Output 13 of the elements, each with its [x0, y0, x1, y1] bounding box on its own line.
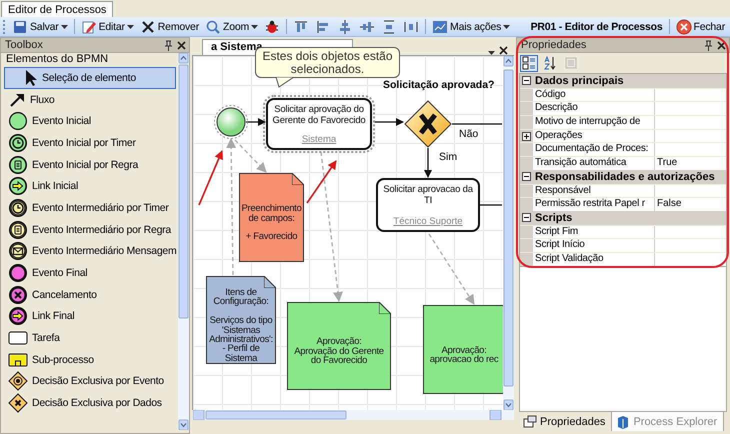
- editor-title: PR01 - Editor de Processos: [530, 20, 664, 32]
- note-text: Aprovação: aprovacao do rec: [430, 346, 498, 364]
- category-label: Elementos do BPMN: [5, 53, 110, 67]
- flow-label: Sim: [439, 151, 458, 163]
- task-text: Solicitar aprovação do Gerente do Favorecido: [272, 104, 366, 128]
- note-text: Preenchimento de campos: + Favorecido: [241, 204, 302, 242]
- gateway-label: Solicitação aprovada?: [383, 79, 494, 91]
- flow-label: Não: [459, 128, 478, 140]
- panel-title: Propriedades: [521, 39, 588, 51]
- task-text: Solicitar aprovacao da TI: [382, 184, 474, 208]
- panel-title: Toolbox: [5, 39, 44, 51]
- note-text: Aprovação: Aprovação do Gerente do Favorecido: [293, 337, 385, 366]
- note-text: Itens de Configuração: Serviços do tipo 'Sistemas Administrativos': - Perfil de Sistema: [208, 288, 274, 364]
